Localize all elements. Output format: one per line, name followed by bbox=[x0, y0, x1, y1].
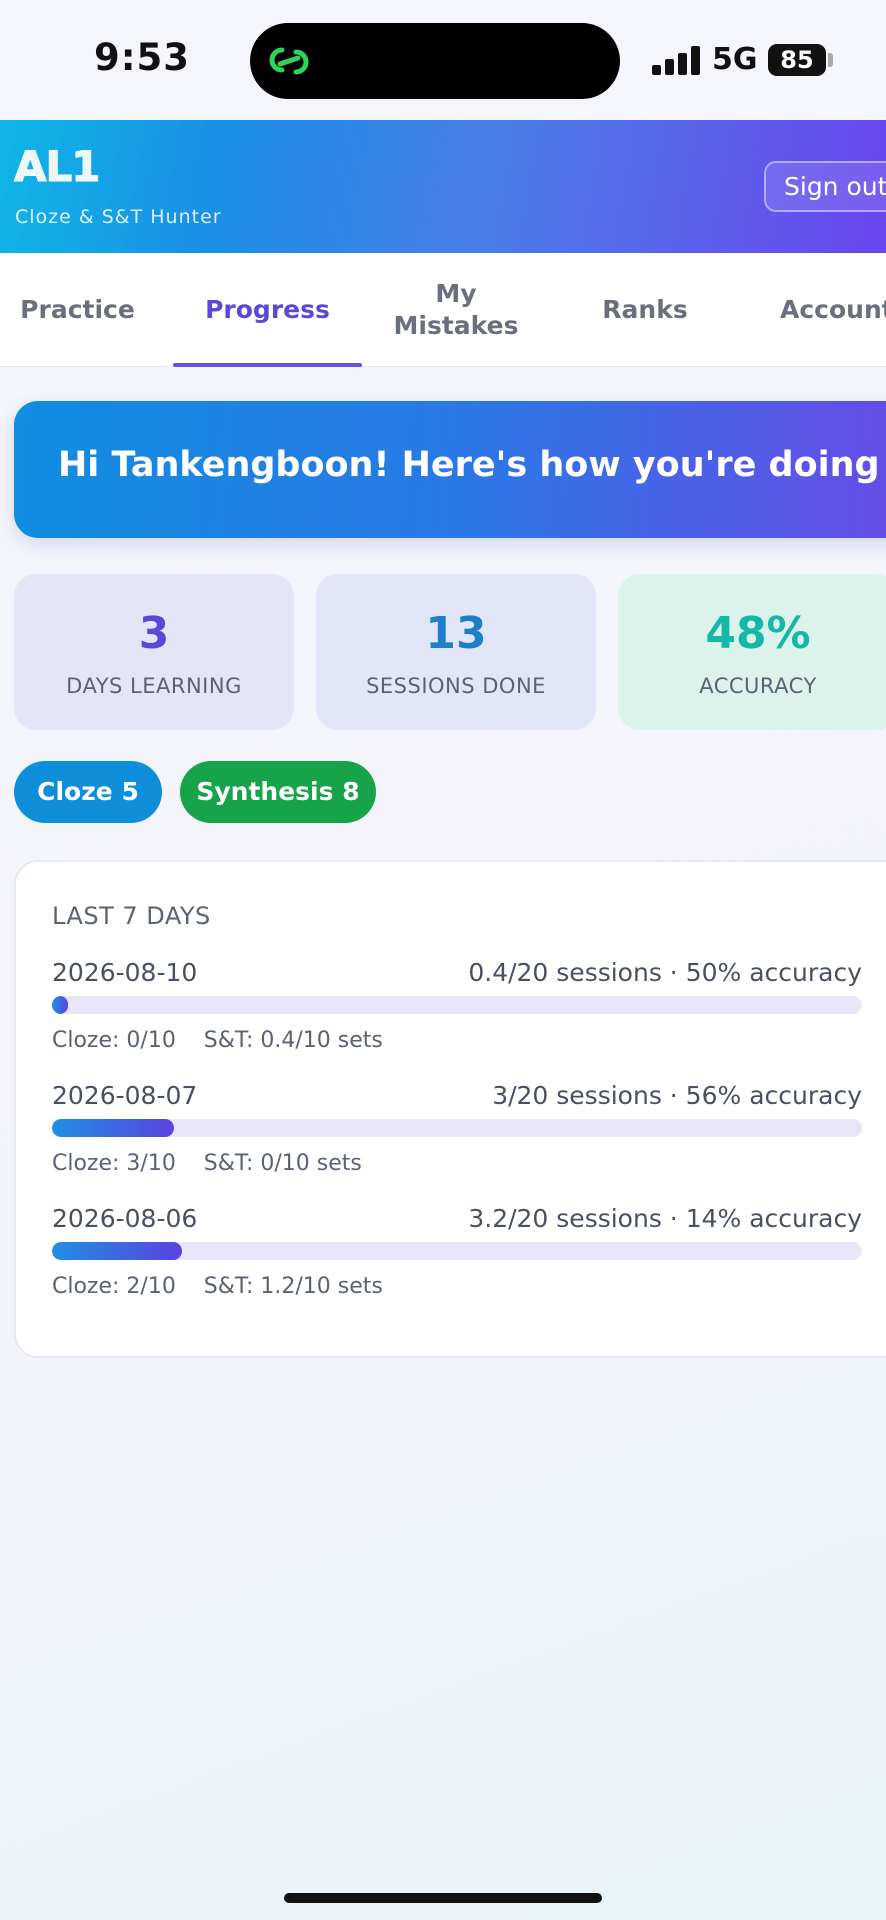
day-row: 2026-08-06 3.2/20 sessions · 14% accurac… bbox=[52, 1204, 862, 1324]
stat-value: 48% bbox=[705, 608, 811, 659]
day-summary: 0.4/20 sessions · 50% accuracy bbox=[468, 958, 862, 987]
tab-account[interactable]: Account bbox=[760, 253, 886, 367]
day-progress-fill bbox=[52, 1242, 182, 1260]
stat-label: DAYS LEARNING bbox=[66, 674, 242, 698]
signal-icon bbox=[652, 45, 700, 75]
sign-out-button[interactable]: Sign out bbox=[764, 161, 886, 212]
last-7-days-title: LAST 7 DAYS bbox=[52, 902, 211, 930]
day-date: 2026-08-06 bbox=[52, 1204, 198, 1233]
last-7-days-card: LAST 7 DAYS 2026-08-10 0.4/20 sessions ·… bbox=[14, 860, 886, 1358]
day-detail: Cloze: 3/10 S&T: 0/10 sets bbox=[52, 1151, 362, 1176]
active-tab-indicator bbox=[173, 363, 362, 367]
stat-card-sessions: 13 SESSIONS DONE bbox=[316, 574, 596, 730]
tab-progress[interactable]: Progress bbox=[173, 253, 362, 367]
stat-label: ACCURACY bbox=[699, 674, 817, 698]
tab-bar: Practice Progress My Mistakes Ranks Acco… bbox=[0, 253, 886, 367]
day-detail: Cloze: 2/10 S&T: 1.2/10 sets bbox=[52, 1274, 383, 1299]
day-date: 2026-08-10 bbox=[52, 958, 198, 987]
app-header: AL1 Cloze & S&T Hunter Sign out bbox=[0, 120, 886, 253]
day-row: 2026-08-10 0.4/20 sessions · 50% accurac… bbox=[52, 958, 862, 1078]
synthesis-count-pill[interactable]: Synthesis 8 bbox=[180, 761, 376, 823]
greeting-banner: Hi Tankengboon! Here's how you're doing bbox=[14, 401, 886, 538]
day-progress-track bbox=[52, 1119, 862, 1137]
battery-icon: 85 bbox=[768, 44, 826, 76]
day-progress-fill bbox=[52, 996, 69, 1014]
home-indicator bbox=[284, 1893, 602, 1903]
network-label: 5G bbox=[712, 42, 758, 77]
stat-value: 3 bbox=[138, 608, 170, 659]
day-progress-fill bbox=[52, 1119, 174, 1137]
day-summary: 3.2/20 sessions · 14% accuracy bbox=[468, 1204, 862, 1233]
app-subtitle: Cloze & S&T Hunter bbox=[15, 206, 222, 228]
day-row: 2026-08-07 3/20 sessions · 56% accuracy … bbox=[52, 1081, 862, 1201]
link-app-icon bbox=[269, 47, 309, 75]
day-detail: Cloze: 0/10 S&T: 0.4/10 sets bbox=[52, 1028, 383, 1053]
battery-tip bbox=[828, 53, 833, 67]
day-summary: 3/20 sessions · 56% accuracy bbox=[492, 1081, 862, 1110]
stat-label: SESSIONS DONE bbox=[366, 674, 546, 698]
day-progress-track bbox=[52, 1242, 862, 1260]
stat-value: 13 bbox=[425, 608, 487, 659]
day-date: 2026-08-07 bbox=[52, 1081, 198, 1110]
tab-practice[interactable]: Practice bbox=[0, 253, 155, 367]
stat-card-accuracy: 48% ACCURACY bbox=[618, 574, 886, 730]
day-progress-track bbox=[52, 996, 862, 1014]
cloze-count-pill[interactable]: Cloze 5 bbox=[14, 761, 162, 823]
status-bar: 9:53 5G 85 bbox=[0, 0, 886, 120]
app-logo: AL1 bbox=[14, 142, 101, 192]
tab-ranks[interactable]: Ranks bbox=[580, 253, 710, 367]
tab-my-mistakes[interactable]: My Mistakes bbox=[380, 253, 532, 367]
greeting-text: Hi Tankengboon! Here's how you're doing bbox=[58, 445, 880, 485]
status-time: 9:53 bbox=[94, 36, 191, 79]
stat-card-days: 3 DAYS LEARNING bbox=[14, 574, 294, 730]
